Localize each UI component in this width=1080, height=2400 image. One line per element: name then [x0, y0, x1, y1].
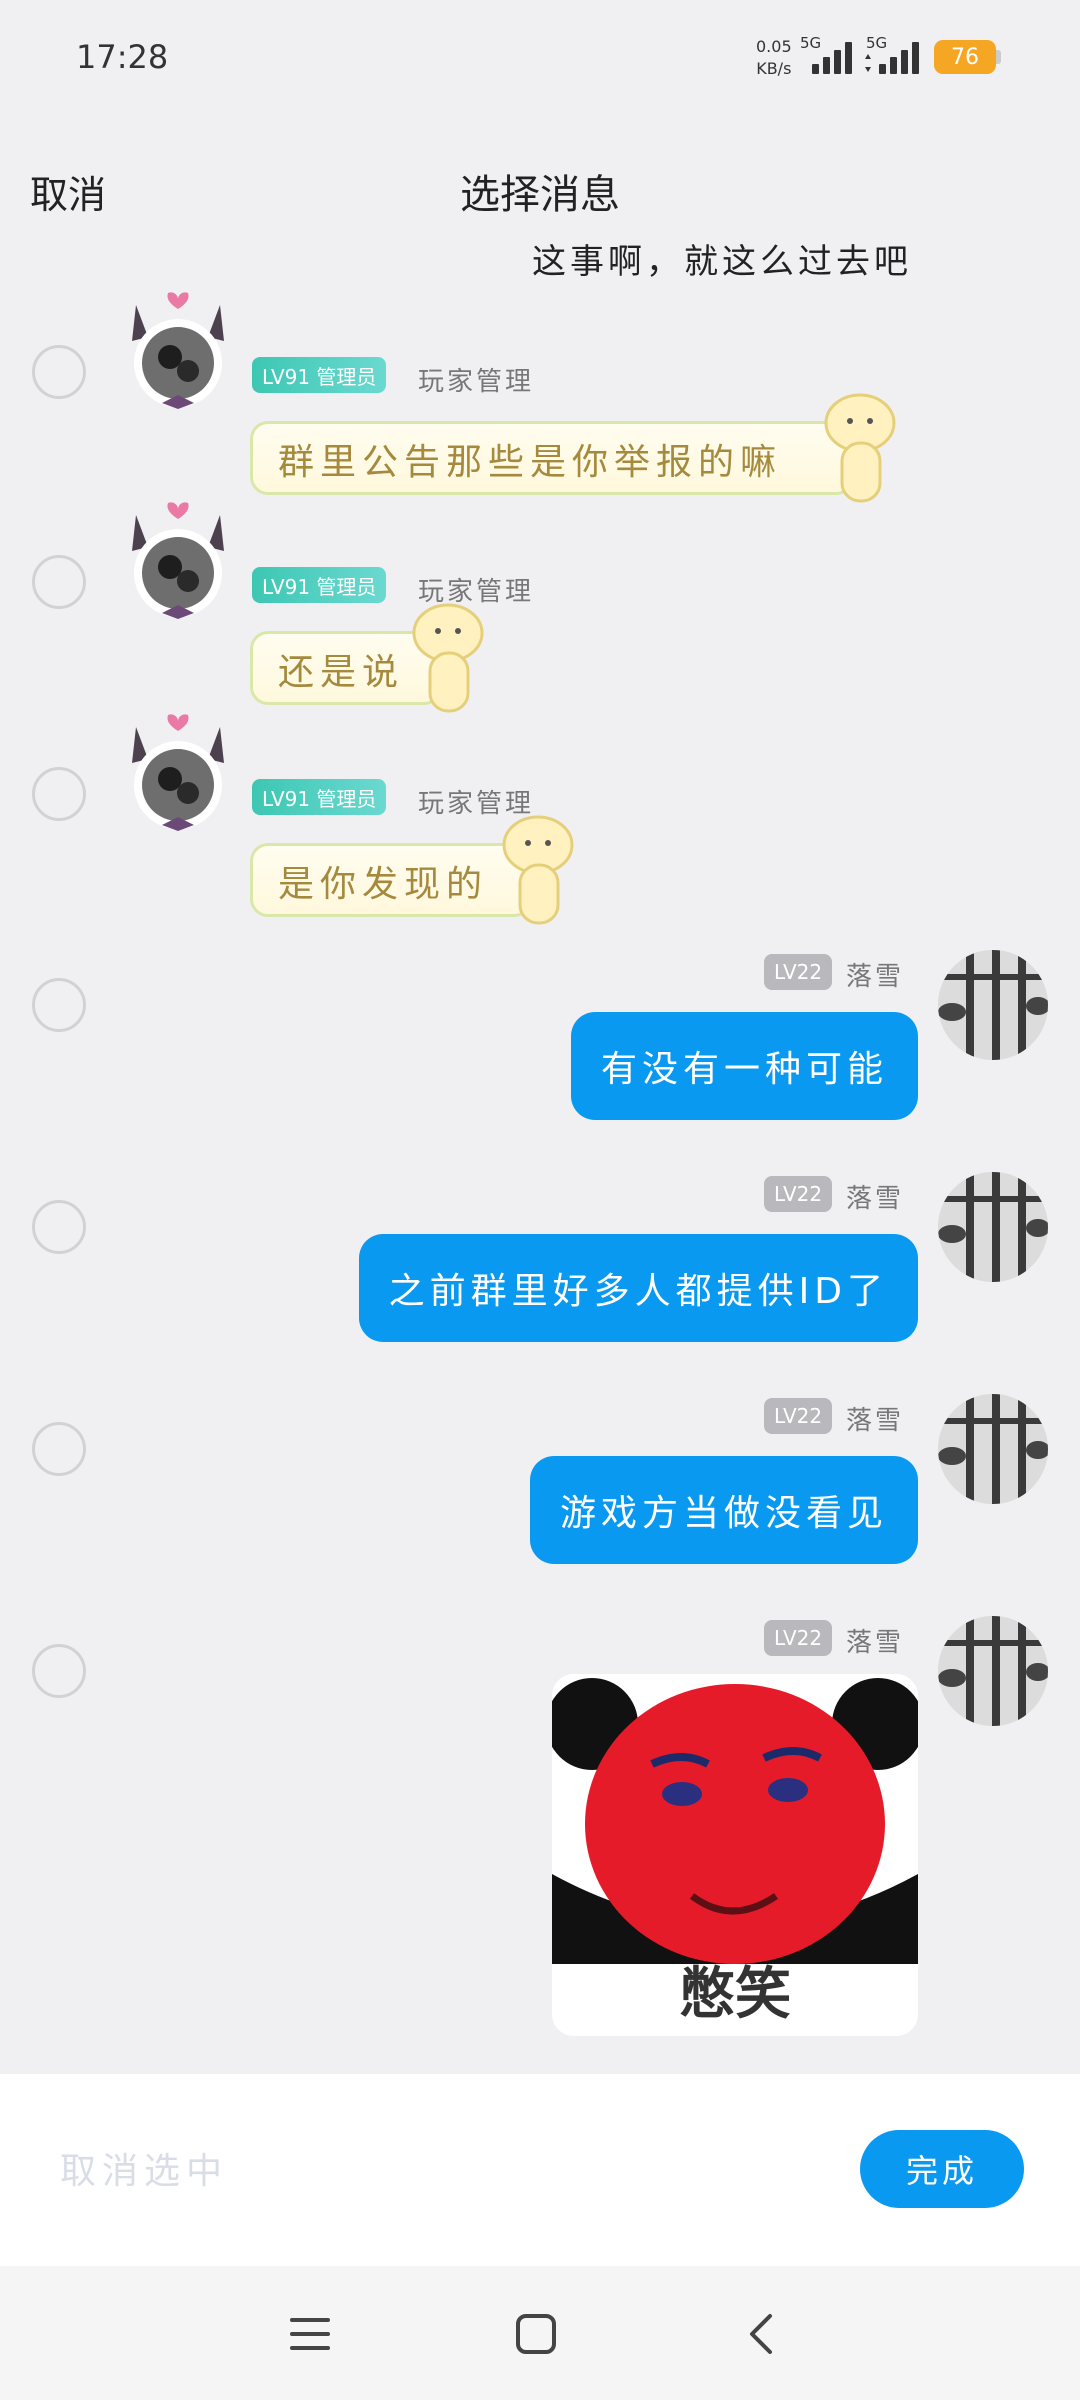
select-radio[interactable] — [32, 978, 86, 1032]
message-bubble[interactable]: 是你发现的 — [236, 815, 580, 937]
message-row[interactable]: LV22 落雪 之前群里好多人都提供ID了 — [0, 1172, 1080, 1382]
sticker-caption: 憋笑 — [679, 1962, 791, 2027]
header: 取消 选择消息 — [0, 140, 1080, 240]
sender-name: 落雪 — [846, 1406, 905, 1436]
mascot-decoration-icon — [824, 393, 896, 503]
message-bubble[interactable]: 有没有一种可能 — [570, 1012, 918, 1120]
cat-avatar-icon[interactable] — [118, 707, 238, 837]
deselect-button[interactable]: 取消选中 — [60, 2142, 228, 2194]
mascot-decoration-icon — [502, 815, 574, 925]
network-speed-value: 0.05 — [756, 37, 792, 56]
page-title: 选择消息 — [460, 172, 620, 218]
level-badge: LV22 — [764, 1398, 833, 1434]
message-row[interactable]: LV91 管理员 玩家管理 是你发现的 — [0, 707, 1080, 925]
message-bubble[interactable]: 游戏方当做没看见 — [529, 1456, 918, 1564]
message-row[interactable]: LV22 落雪 憋笑 — [0, 1616, 1080, 2074]
level-badge: LV22 — [764, 1176, 833, 1212]
message-row[interactable]: LV91 管理员 玩家管理 还是说 — [0, 495, 1080, 713]
bars-avatar-icon — [938, 1394, 1048, 1504]
user-avatar[interactable] — [938, 950, 1048, 1060]
network-speed: 0.05 KB/s — [756, 36, 792, 80]
level-badge: LV22 — [764, 954, 833, 990]
message-text: 群里公告那些是你举报的嘛 — [278, 442, 783, 483]
message-row[interactable]: LV22 落雪 有没有一种可能 — [0, 950, 1080, 1160]
select-radio[interactable] — [32, 1200, 86, 1254]
selection-action-bar: 取消选中 完成 — [0, 2074, 1080, 2266]
back-icon[interactable] — [730, 2302, 794, 2366]
sim1-signal-icon — [812, 40, 852, 74]
sender-name: 落雪 — [846, 1628, 905, 1658]
select-radio[interactable] — [32, 1422, 86, 1476]
level-badge: LV91 管理员 — [252, 357, 387, 393]
user-avatar[interactable] — [938, 1172, 1048, 1282]
menu-icon[interactable] — [278, 2302, 342, 2366]
level-badge: LV22 — [764, 1620, 833, 1656]
status-time: 17:28 — [76, 38, 169, 76]
mascot-decoration-icon — [412, 603, 484, 713]
message-text: 还是说 — [278, 652, 405, 693]
cat-avatar-icon[interactable] — [118, 285, 238, 415]
select-radio[interactable] — [32, 555, 86, 609]
battery-tip — [996, 50, 1001, 64]
battery-indicator: 76 — [934, 40, 996, 74]
level-badge: LV91 管理员 — [252, 779, 387, 815]
message-bubble[interactable]: 之前群里好多人都提供ID了 — [358, 1234, 918, 1342]
user-avatar[interactable] — [938, 1616, 1048, 1726]
system-nav-bar — [0, 2266, 1080, 2400]
message-row[interactable]: LV22 落雪 游戏方当做没看见 — [0, 1394, 1080, 1604]
cat-avatar-icon[interactable] — [118, 495, 238, 625]
network-speed-unit: KB/s — [756, 59, 792, 78]
done-button[interactable]: 完成 — [860, 2130, 1024, 2208]
status-bar: 17:28 0.05 KB/s 5G 5G 76 — [0, 0, 1080, 120]
sticker-image[interactable]: 憋笑 — [552, 1674, 918, 2036]
message-row[interactable]: LV91 管理员 玩家管理 群里公告那些是你举报的嘛 — [0, 285, 1080, 503]
bars-avatar-icon — [938, 1172, 1048, 1282]
partial-message-text: 这事啊，就这么过去吧 — [532, 242, 912, 282]
sender-name: 玩家管理 — [418, 367, 535, 397]
select-radio[interactable] — [32, 345, 86, 399]
select-radio[interactable] — [32, 767, 86, 821]
message-text: 是你发现的 — [278, 864, 489, 905]
select-radio[interactable] — [32, 1644, 86, 1698]
bars-avatar-icon — [938, 950, 1048, 1060]
home-icon[interactable] — [504, 2302, 568, 2366]
sender-name: 落雪 — [846, 962, 905, 992]
level-badge: LV91 管理员 — [252, 567, 387, 603]
bars-avatar-icon — [938, 1616, 1048, 1726]
sim2-signal-icon — [865, 40, 919, 74]
sender-name: 落雪 — [846, 1184, 905, 1214]
message-list[interactable]: 这事啊，就这么过去吧 LV91 管理员 玩家管理 群里公告那些是你举报的嘛 LV… — [0, 240, 1080, 2074]
user-avatar[interactable] — [938, 1394, 1048, 1504]
